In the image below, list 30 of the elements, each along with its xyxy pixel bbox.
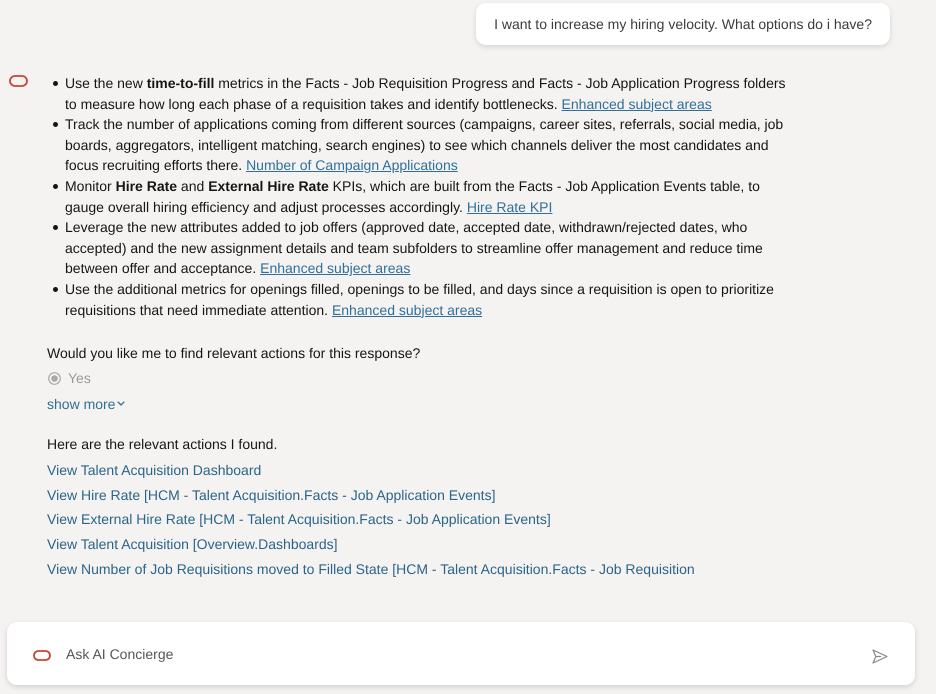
action-link[interactable]: View Hire Rate [HCM - Talent Acquisition.Facts - Job Application Events] xyxy=(47,484,496,506)
subject-link[interactable]: Enhanced subject areas xyxy=(260,260,410,276)
bullet-text: Track the number of applications coming from different sources (campaigns, career sites, referrals, social media, job boards, aggregators, intelligent matching, search engines) to see which channels deliver the most candidates and focus recruiting efforts there. Number of Campaign Applications xyxy=(65,115,784,176)
capsule-icon xyxy=(9,75,28,87)
user-message-bubble: I want to increase my hiring velocity. What options do i have? xyxy=(476,3,890,45)
chat-input-bar[interactable]: Ask AI Concierge xyxy=(7,622,915,685)
show-more-link[interactable]: show more xyxy=(47,394,126,415)
action-link[interactable]: View Talent Acquisition Dashboard xyxy=(47,460,262,481)
bullet-icon xyxy=(53,81,58,86)
subject-link[interactable]: Hire Rate KPI xyxy=(466,198,552,215)
send-icon xyxy=(872,649,888,664)
bullet-icon xyxy=(53,122,58,128)
subject-link[interactable]: Enhanced subject areas xyxy=(332,302,482,318)
question-text: Would you like me to find relevant actions for this response? xyxy=(47,344,422,364)
subject-link[interactable]: Number of Campaign Applications xyxy=(246,157,458,174)
capsule-icon xyxy=(33,650,51,660)
bullet-text: Use the new time-to-fill metrics in the Facts - Job Requisition Progress and Facts - Job Application Progress folders to measure how long each phase of a requisition takes and identify bottlenecks. Enhanced subject areas xyxy=(65,74,787,114)
bullet-icon xyxy=(53,286,58,292)
bullet-icon xyxy=(53,225,58,230)
bullet-icon xyxy=(53,184,58,189)
action-link[interactable]: View Number of Job Requisitions moved to Filled State [HCM - Talent Acquisition.Facts - Job Requisition xyxy=(47,558,695,580)
chat-input-field[interactable]: Ask AI Concierge xyxy=(66,644,860,664)
bullet-text: Leverage the new attributes added to job offers (approved date, accepted date, withdrawn/rejected dates, who accepted) and the new assignment details and team subfolders to streamline offer management and reduce time between offer and acceptance. Enhanced subject areas xyxy=(65,218,764,278)
subject-link[interactable]: Enhanced subject areas xyxy=(562,96,712,112)
bullet-text: Monitor Hire Rate and External Hire Rate KPIs, which are built from the Facts - Job Application Events table, to gauge overall hiring efficiency and adjust processes accordingly. Hire Rate KPI xyxy=(65,176,761,217)
bullet-text: Use the additional metrics for openings filled, openings to be filled, and days since a requisition is open to prioritize requisitions that need immediate attention. Enhanced subject areas xyxy=(65,280,775,320)
action-link[interactable]: View External Hire Rate [HCM - Talent Acquisition.Facts - Job Application Events] xyxy=(47,509,551,530)
actions-intro-text: Here are the relevant actions I found. xyxy=(47,434,278,454)
send-button[interactable] xyxy=(872,649,888,664)
action-link[interactable]: View Talent Acquisition [Overview.Dashboards] xyxy=(47,534,338,555)
